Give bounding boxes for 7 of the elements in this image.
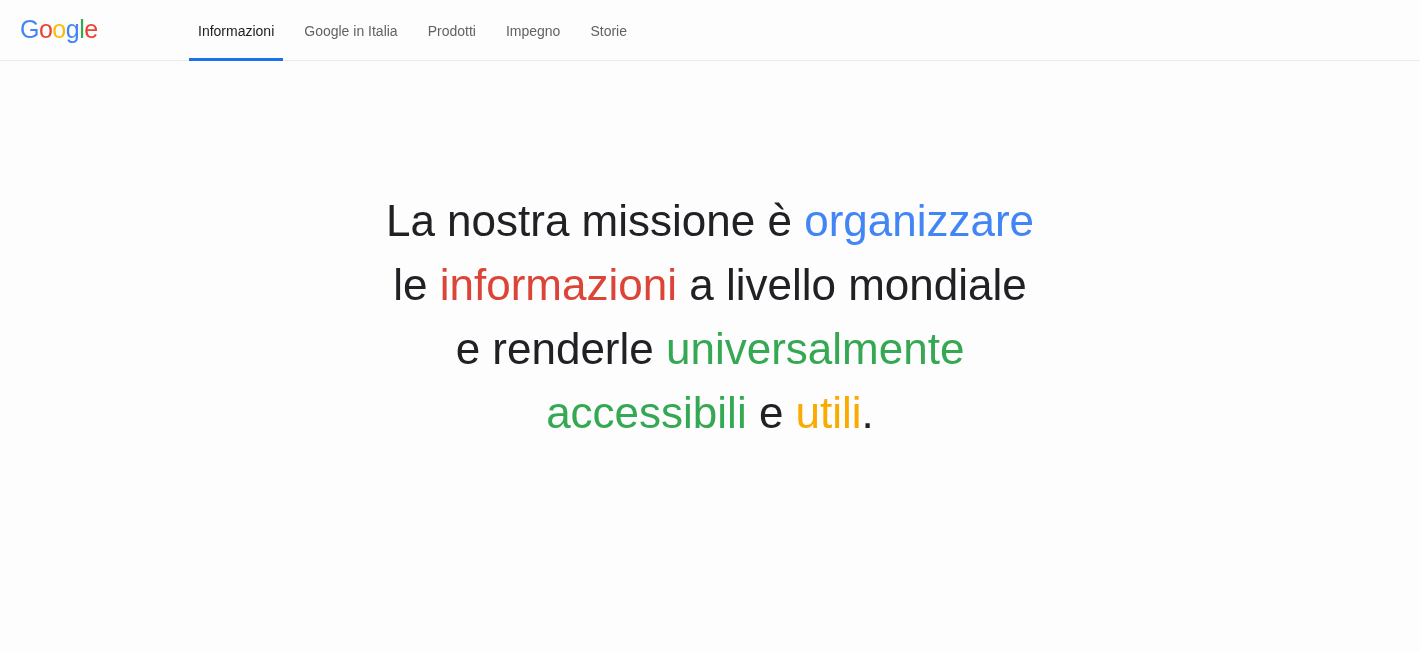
nav-tab[interactable]: Google in Italia xyxy=(295,0,407,61)
google-logo[interactable]: Google xyxy=(20,14,95,44)
nav-tab[interactable]: Impegno xyxy=(496,0,570,61)
nav-tab[interactable]: Informazioni xyxy=(189,0,284,61)
nav-tab[interactable]: Storie xyxy=(581,0,636,61)
nav-tab[interactable]: Prodotti xyxy=(418,0,485,61)
mission-statement: La nostra missione è organizzare le informazioni a livello mondiale e renderle universalmente accessibili e utili. xyxy=(385,195,1035,439)
